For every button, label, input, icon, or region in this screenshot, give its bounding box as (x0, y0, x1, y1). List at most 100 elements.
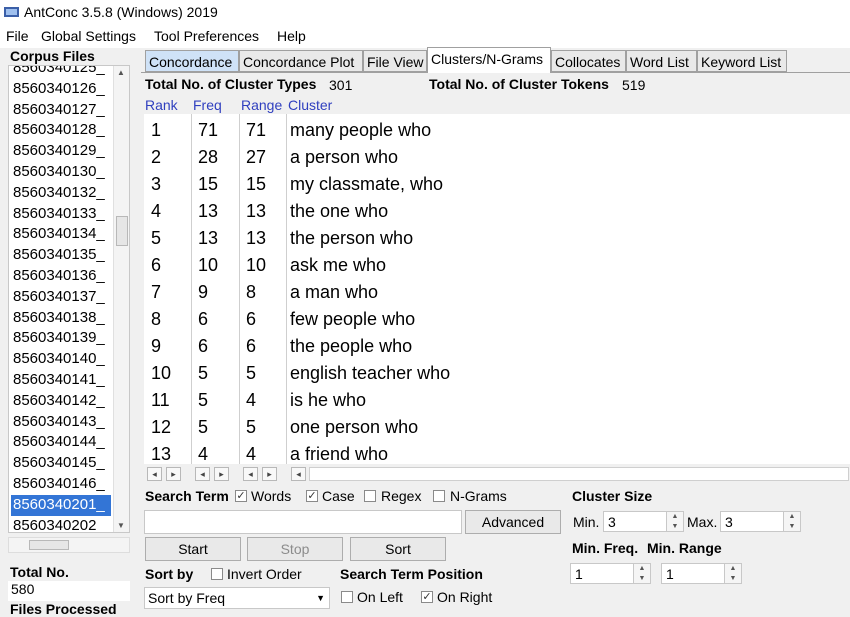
corpus-file-item[interactable]: 8560340140_ (11, 349, 111, 370)
file-list-horizontal-scrollbar[interactable] (8, 537, 130, 553)
cluster-scroll-track[interactable] (309, 467, 849, 481)
min-freq-spinner[interactable]: ▲ ▼ (633, 563, 651, 584)
tab-collocates[interactable]: Collocates (551, 50, 626, 72)
corpus-file-item[interactable]: 8560340133_ (11, 204, 111, 225)
min-size-spinner[interactable]: ▲ ▼ (666, 511, 684, 532)
column-header-range[interactable]: Range (241, 97, 282, 113)
spin-down-icon[interactable]: ▼ (667, 522, 683, 532)
max-size-spinner[interactable]: ▲ ▼ (783, 511, 801, 532)
scrollbar-thumb[interactable] (116, 216, 128, 246)
stop-button[interactable]: Stop (247, 537, 343, 561)
max-size-input[interactable]: 3 (720, 511, 784, 532)
corpus-file-item[interactable]: 8560340143_ (11, 412, 111, 433)
freq-scroll-left-arrow-icon[interactable]: ◂ (195, 467, 210, 481)
corpus-file-item[interactable]: 8560340144_ (11, 432, 111, 453)
corpus-file-item[interactable]: 8560340201_ (11, 494, 111, 516)
corpus-file-item[interactable]: 8560340142_ (11, 391, 111, 412)
corpus-file-item[interactable]: 8560340135_ (11, 245, 111, 266)
min-range-spinner[interactable]: ▲ ▼ (724, 563, 742, 584)
spin-down-icon[interactable]: ▼ (725, 574, 741, 584)
corpus-file-item[interactable]: 8560340125_ (11, 66, 111, 79)
tab-concordance[interactable]: Concordance (145, 50, 239, 72)
scroll-up-arrow-icon[interactable]: ▲ (117, 68, 125, 77)
corpus-file-list[interactable]: 8560340125_ 8560340126_ 8560340127_ 8560340… (8, 65, 130, 533)
tab-file-view[interactable]: File View (363, 50, 427, 72)
regex-checkbox[interactable] (364, 490, 376, 502)
corpus-file-item[interactable]: 8560340127_ (11, 100, 111, 121)
cluster-row[interactable]: 3 15 15 my classmate, who (144, 168, 850, 195)
corpus-file-item[interactable]: 8560340139_ (11, 328, 111, 349)
spin-up-icon[interactable]: ▲ (784, 512, 800, 522)
cluster-row[interactable]: 11 5 4 is he who (144, 384, 850, 411)
cluster-row[interactable]: 798a man who (144, 276, 850, 303)
sort-by-select[interactable]: Sort by Freq ▼ (144, 587, 330, 609)
advanced-button[interactable]: Advanced (465, 510, 561, 534)
rank-cell: 13 (151, 444, 172, 464)
min-range-input[interactable]: 1 (661, 563, 725, 584)
freq-scroll-right-arrow-icon[interactable]: ▸ (214, 467, 229, 481)
cluster-row[interactable]: 12 5 5 one person who (144, 411, 850, 438)
cluster-cell: a friend who (290, 444, 389, 464)
range-scroll-left-arrow-icon[interactable]: ◂ (243, 467, 258, 481)
cluster-row[interactable]: 4 13 13 the one who (144, 195, 850, 222)
menu-help[interactable]: Help (277, 28, 306, 44)
case-checkbox[interactable]: ✓ (306, 490, 318, 502)
corpus-file-item[interactable]: 8560340136_ (11, 266, 111, 287)
corpus-file-item[interactable]: 8560340126_ (11, 79, 111, 100)
cluster-row[interactable]: 2 28 27 a person who (144, 141, 850, 168)
cluster-row[interactable]: 10 5 5 english teacher who (144, 357, 850, 384)
results-horizontal-scrollbars[interactable]: ◂ ▸ ◂ ▸ ◂ ▸ ◂ (144, 465, 850, 483)
words-checkbox[interactable]: ✓ (235, 490, 247, 502)
spin-up-icon[interactable]: ▲ (634, 564, 650, 574)
cluster-scroll-left-arrow-icon[interactable]: ◂ (291, 467, 306, 481)
corpus-file-item[interactable]: 8560340141_ (11, 370, 111, 391)
range-scroll-right-arrow-icon[interactable]: ▸ (262, 467, 277, 481)
ngrams-checkbox[interactable] (433, 490, 445, 502)
corpus-file-item[interactable]: 8560340128_ (11, 120, 111, 141)
corpus-file-item[interactable]: 8560340132_ (11, 183, 111, 204)
corpus-file-item[interactable]: 8560340129_ (11, 141, 111, 162)
spin-down-icon[interactable]: ▼ (634, 574, 650, 584)
menu-global-settings[interactable]: Global Settings (41, 28, 136, 44)
file-list-vertical-scrollbar[interactable]: ▲ ▼ (113, 66, 129, 532)
spin-up-icon[interactable]: ▲ (725, 564, 741, 574)
column-header-rank[interactable]: Rank (145, 97, 178, 113)
on-right-checkbox[interactable]: ✓ (421, 591, 433, 603)
menu-file[interactable]: File (6, 28, 29, 44)
column-header-cluster[interactable]: Cluster (288, 97, 332, 113)
tab-clusters-ngrams[interactable]: Clusters/N-Grams (427, 47, 551, 73)
scroll-down-arrow-icon[interactable]: ▼ (117, 521, 125, 530)
cluster-row[interactable]: 1 71 71 many people who (144, 114, 850, 141)
start-button[interactable]: Start (145, 537, 241, 561)
cluster-row[interactable]: 13 4 4 a friend who (144, 438, 850, 464)
corpus-file-item[interactable]: 8560340145_ (11, 453, 111, 474)
min-freq-input[interactable]: 1 (570, 563, 634, 584)
column-header-freq[interactable]: Freq (193, 97, 222, 113)
corpus-file-item[interactable]: 8560340134_ (11, 224, 111, 245)
corpus-file-item[interactable]: 8560340146_ (11, 474, 111, 495)
search-term-input[interactable] (144, 510, 462, 534)
tab-word-list[interactable]: Word List (626, 50, 697, 72)
corpus-file-item[interactable]: 8560340130_ (11, 162, 111, 183)
menu-tool-preferences[interactable]: Tool Preferences (154, 28, 259, 44)
cluster-results-table[interactable]: 1 71 71 many people who 2 28 27 a person who 3 15… (144, 114, 850, 464)
scrollbar-thumb[interactable] (29, 540, 69, 550)
cluster-row[interactable]: 8 6 6 few people who (144, 303, 850, 330)
tab-keyword-list[interactable]: Keyword List (697, 50, 787, 72)
rank-scroll-right-arrow-icon[interactable]: ▸ (166, 467, 181, 481)
sort-button[interactable]: Sort (350, 537, 446, 561)
corpus-file-item[interactable]: 8560340138_ (11, 308, 111, 329)
spin-up-icon[interactable]: ▲ (667, 512, 683, 522)
cluster-row[interactable]: 9 6 6 the people who (144, 330, 850, 357)
cluster-row[interactable]: 5 13 13 the person who (144, 222, 850, 249)
min-size-input[interactable]: 3 (603, 511, 667, 532)
corpus-file-item[interactable]: 8560340202_ (11, 516, 111, 532)
rank-scroll-left-arrow-icon[interactable]: ◂ (147, 467, 162, 481)
corpus-file-item[interactable]: 8560340137_ (11, 287, 111, 308)
spin-down-icon[interactable]: ▼ (784, 522, 800, 532)
cluster-row[interactable]: 6 10 10 ask me who (144, 249, 850, 276)
tab-concordance-plot[interactable]: Concordance Plot (239, 50, 363, 72)
on-left-checkbox[interactable] (341, 591, 353, 603)
cluster-tokens-value: 519 (622, 77, 646, 93)
invert-order-checkbox[interactable] (211, 568, 223, 580)
